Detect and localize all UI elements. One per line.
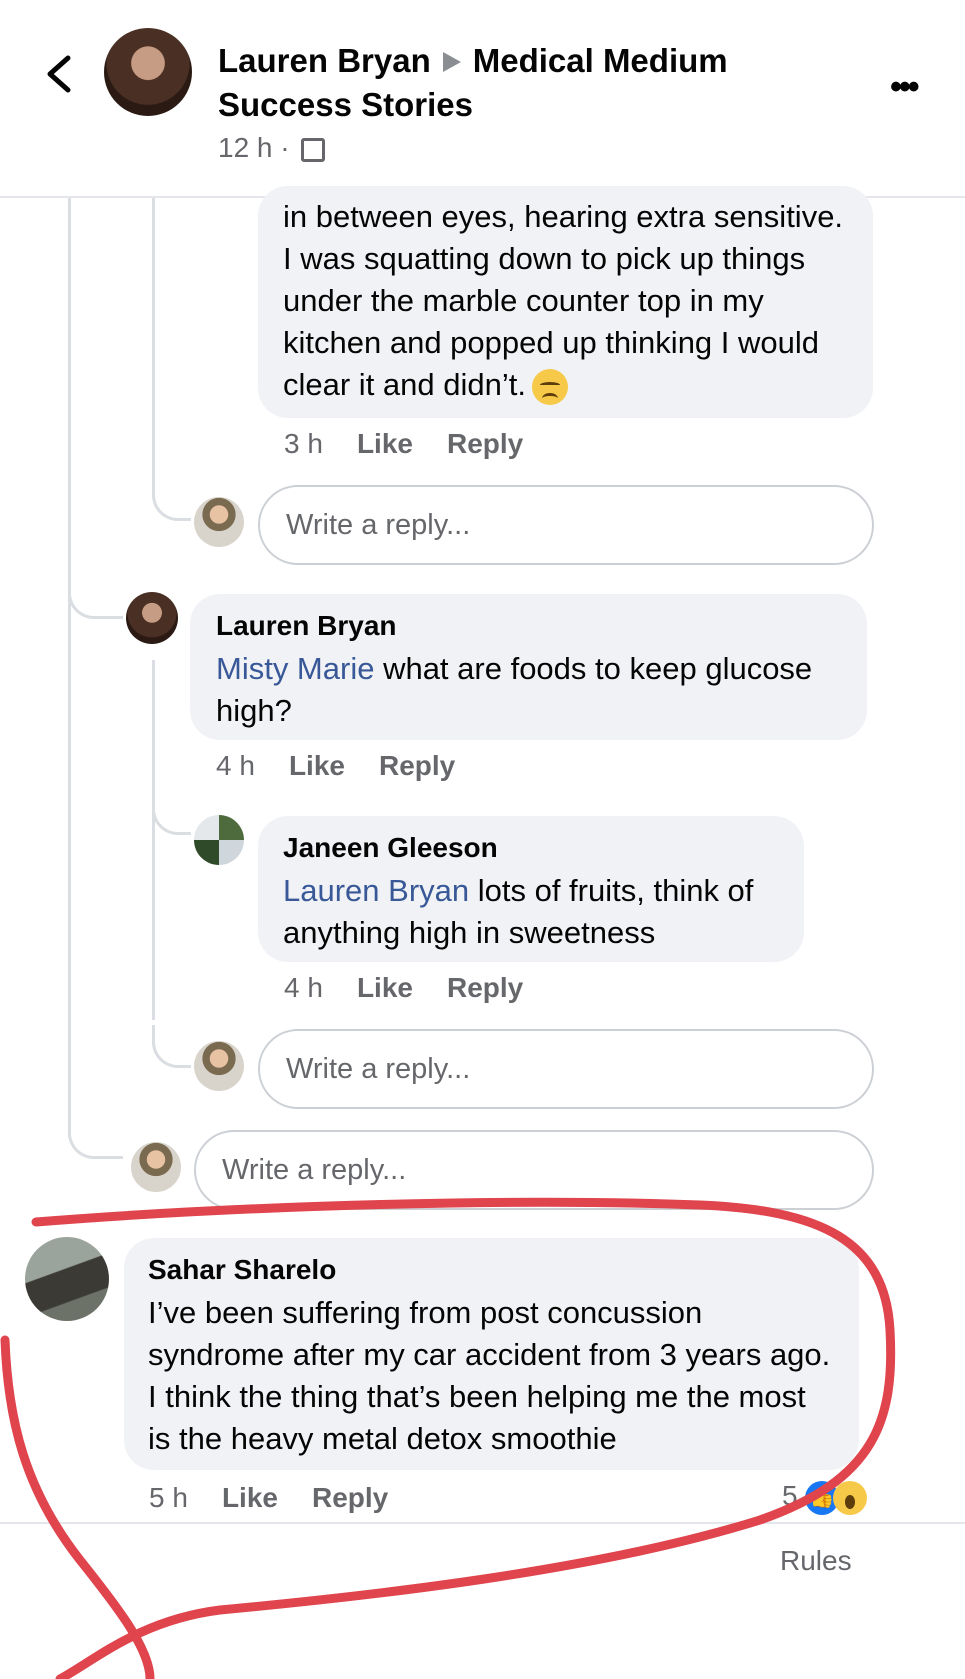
reply-button[interactable]: Reply (447, 972, 523, 1003)
like-button[interactable]: Like (289, 750, 345, 781)
comment-actions: 3 h Like Reply (284, 428, 557, 460)
reply-input[interactable]: Write a reply... (194, 1130, 874, 1210)
arrow-right-icon (442, 52, 461, 73)
back-arrow-icon[interactable] (40, 50, 80, 98)
rules-link[interactable]: Rules (780, 1545, 852, 1577)
reply-input[interactable]: Write a reply... (258, 1029, 874, 1109)
like-button[interactable]: Like (357, 972, 413, 1003)
comment-text: I’ve been suffering from post concussion… (148, 1295, 831, 1456)
post-header: Lauren Bryan Medical Medium Success Stori… (0, 0, 965, 198)
comment-actions: 4 h Like Reply (284, 972, 557, 1004)
commenter-avatar[interactable] (126, 592, 178, 644)
comment-text: in between eyes, hearing extra sensitive… (283, 196, 848, 406)
commenter-name[interactable]: Janeen Gleeson (283, 832, 779, 864)
mention-link[interactable]: Lauren Bryan (283, 873, 469, 908)
comment-bubble: Sahar Sharelo I’ve been suffering from p… (124, 1238, 859, 1470)
thread-curve (68, 590, 123, 619)
thread-line-inner (152, 198, 155, 498)
comment-bubble: in between eyes, hearing extra sensitive… (258, 186, 873, 418)
author-avatar[interactable] (104, 28, 192, 116)
comment-actions: 4 h Like Reply (216, 750, 489, 782)
comment-text: Misty Marie what are foods to keep gluco… (216, 651, 813, 728)
user-avatar (131, 1142, 181, 1192)
group-privacy-icon (301, 137, 326, 162)
divider (0, 1522, 965, 1524)
reaction-summary[interactable]: 5 👍 (782, 1480, 868, 1515)
reaction-count: 5 (782, 1480, 798, 1511)
group-name[interactable]: Medical Medium (473, 42, 728, 79)
commenter-name[interactable]: Lauren Bryan (216, 610, 841, 642)
comment-time[interactable]: 4 h (284, 972, 323, 1003)
like-button[interactable]: Like (222, 1482, 278, 1513)
meta-separator: · (280, 132, 290, 163)
reply-button[interactable]: Reply (379, 750, 455, 781)
comment-time[interactable]: 5 h (149, 1482, 188, 1513)
like-button[interactable]: Like (357, 428, 413, 459)
wow-reaction-icon (833, 1480, 868, 1515)
thread-line-inner (152, 660, 155, 1020)
thread-curve (152, 802, 191, 835)
comment-time[interactable]: 4 h (216, 750, 255, 781)
user-avatar (194, 497, 244, 547)
author-name[interactable]: Lauren Bryan (218, 42, 431, 79)
thread-curve (152, 1025, 191, 1068)
reply-button[interactable]: Reply (447, 428, 523, 459)
post-time[interactable]: 12 h (218, 132, 273, 163)
disappointed-face-icon (531, 368, 568, 405)
comment-bubble: Janeen Gleeson Lauren Bryan lots of frui… (258, 816, 804, 962)
comment-time[interactable]: 3 h (284, 428, 323, 459)
more-options-icon[interactable]: ••• (890, 68, 920, 107)
user-avatar (194, 1041, 244, 1091)
comment-text: Lauren Bryan lots of fruits, think of an… (283, 873, 754, 950)
reply-button[interactable]: Reply (312, 1482, 388, 1513)
comment-actions: 5 h Like Reply (149, 1482, 422, 1514)
comment-bubble: Lauren Bryan Misty Marie what are foods … (190, 594, 867, 740)
commenter-avatar[interactable] (194, 815, 244, 865)
commenter-avatar[interactable] (25, 1237, 109, 1321)
group-name-line2[interactable]: Success Stories (218, 86, 473, 124)
thread-curve (68, 1130, 123, 1159)
thread-line-outer (68, 198, 71, 1138)
commenter-name[interactable]: Sahar Sharelo (148, 1254, 835, 1286)
post-title: Lauren Bryan Medical Medium (218, 42, 728, 80)
reply-input[interactable]: Write a reply... (258, 485, 874, 565)
post-meta: 12 h · (218, 132, 326, 164)
mention-link[interactable]: Misty Marie (216, 651, 374, 686)
thread-curve (152, 478, 191, 521)
